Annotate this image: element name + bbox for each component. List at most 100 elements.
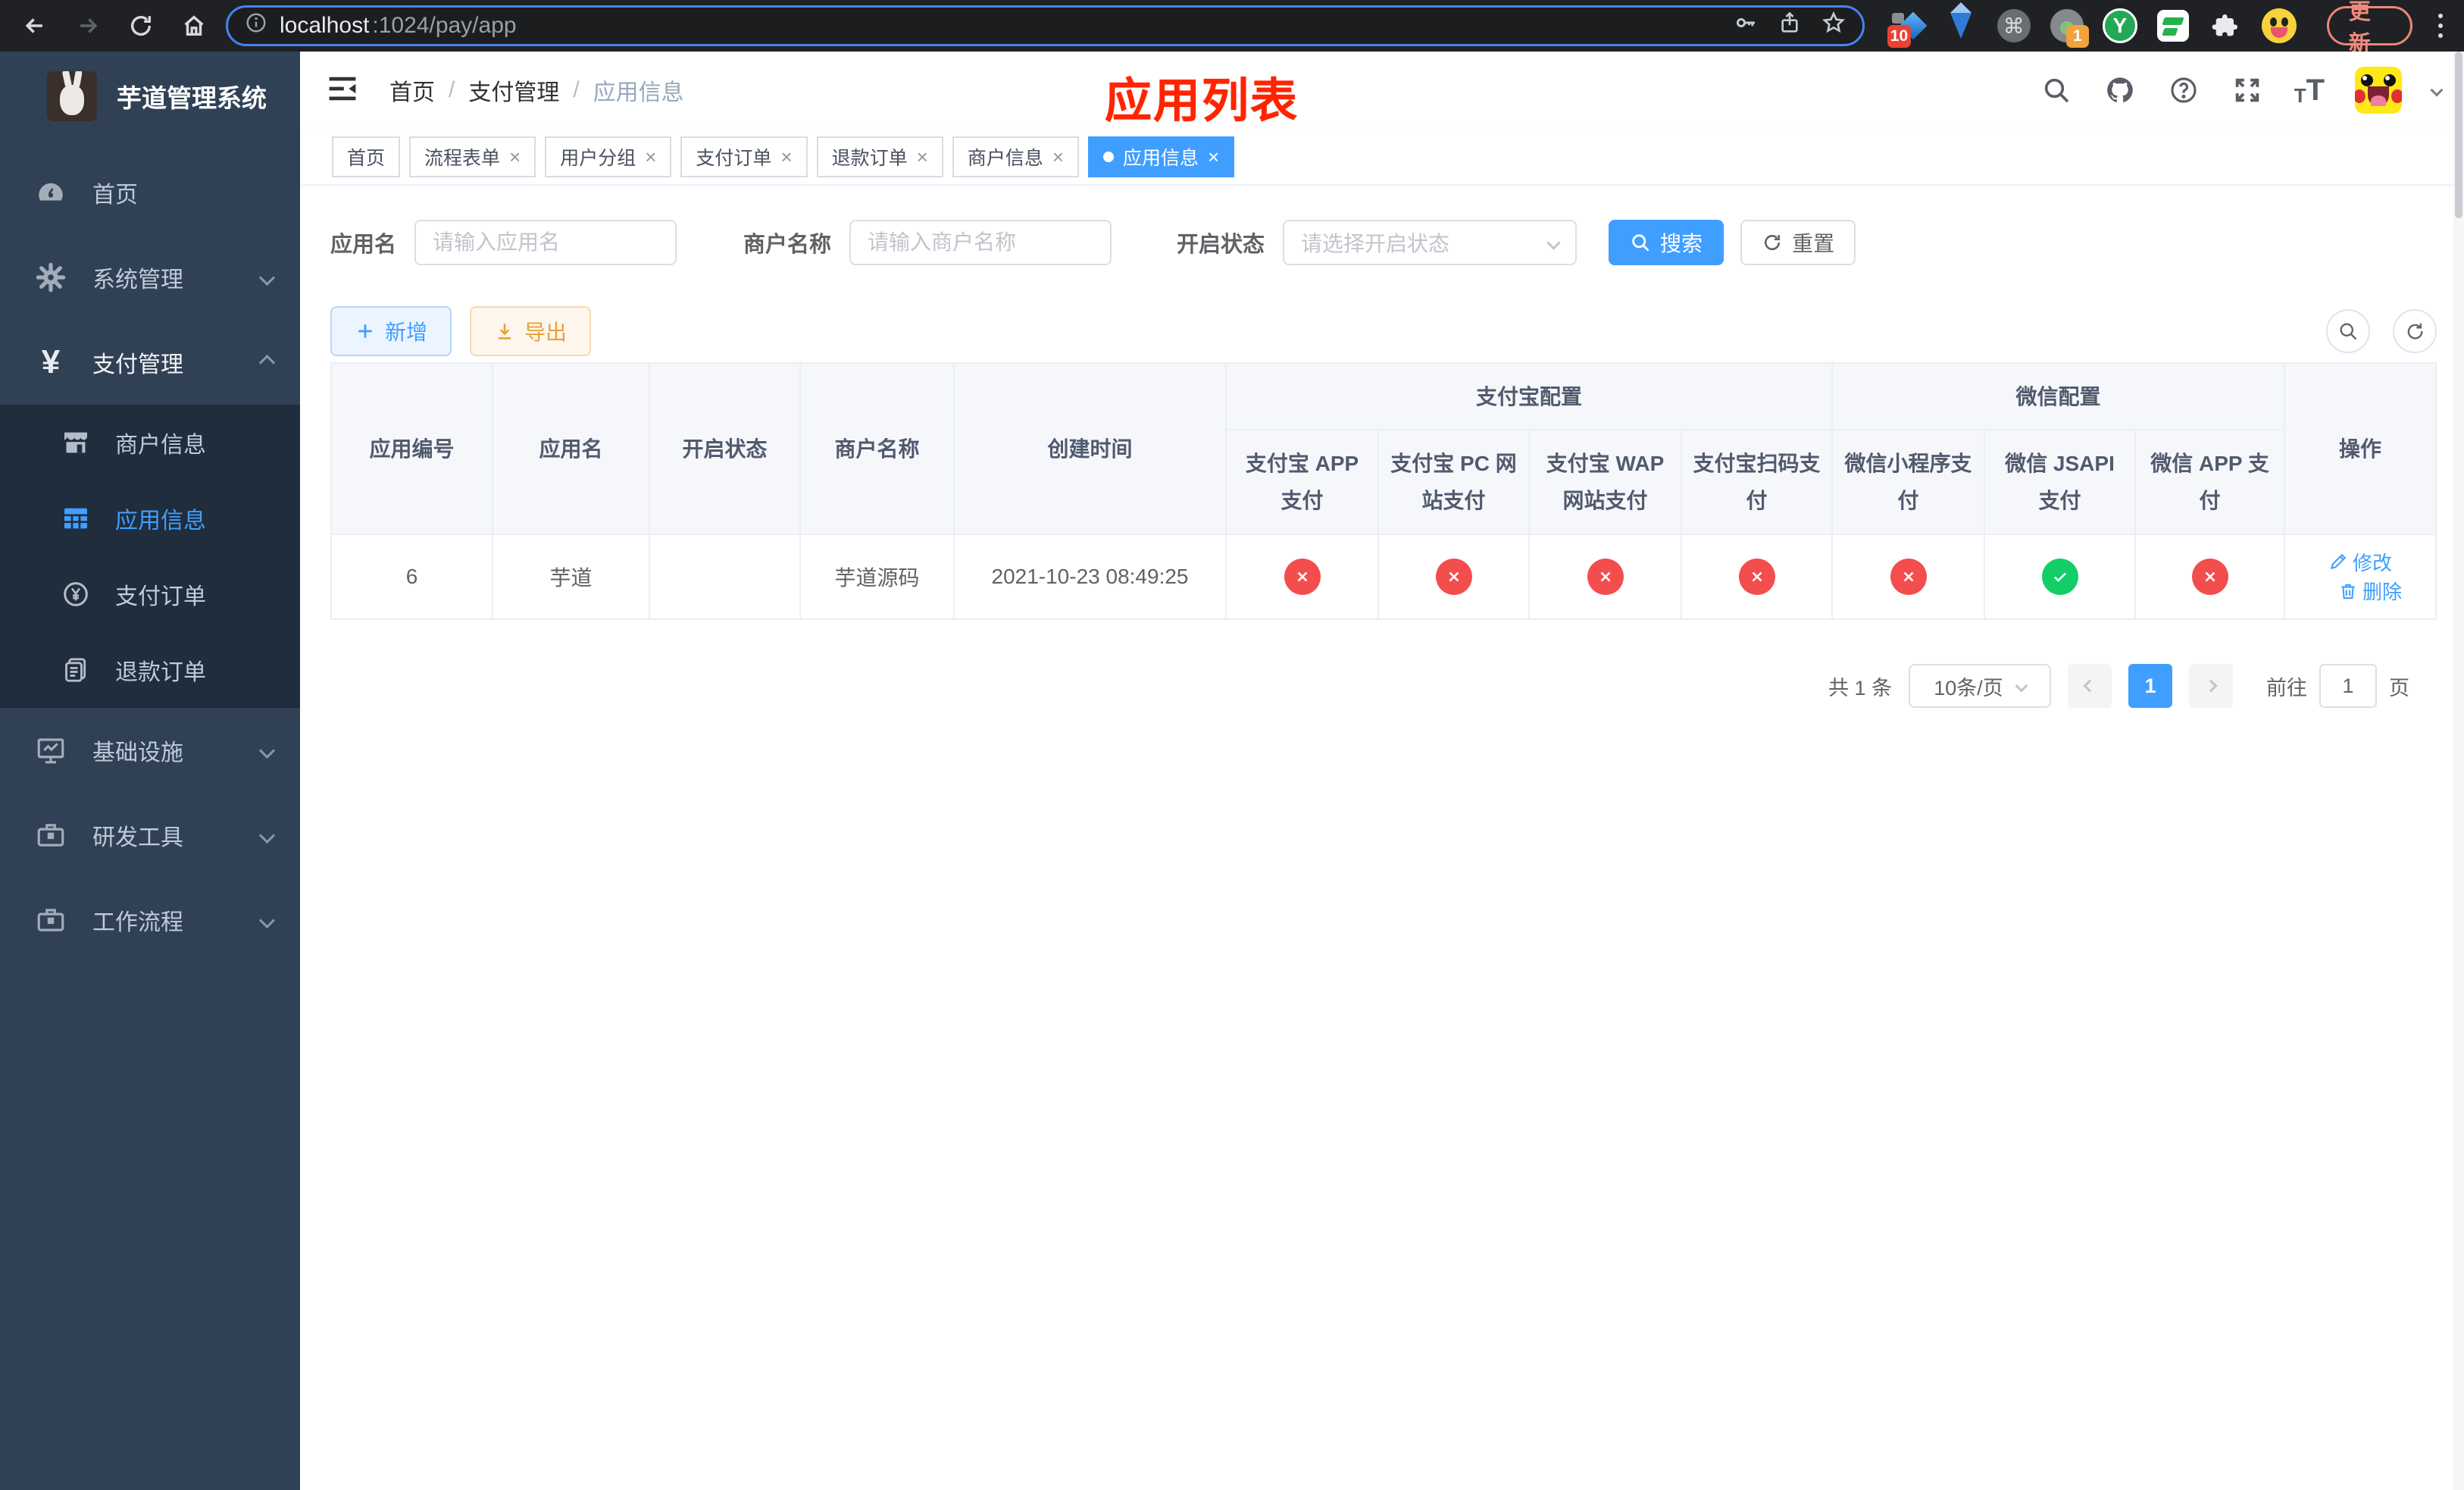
app-logo[interactable]: 芋道管理系统	[0, 52, 300, 138]
sidebar-item-home[interactable]: 首页	[0, 150, 300, 235]
yen-circle-icon	[59, 578, 92, 611]
breadcrumb-home[interactable]: 首页	[389, 74, 435, 107]
add-button[interactable]: 新增	[330, 306, 452, 356]
cell-wx-jsapi-status	[1984, 534, 2137, 620]
page-scrollbar[interactable]	[2453, 52, 2464, 1490]
extension-command-icon[interactable]: ⌘	[1997, 8, 2031, 43]
sidebar: 芋道管理系统 首页 系统管理 ¥ 支付管理 商户信息 应用信息 支付订单 退款订…	[0, 52, 300, 1490]
extension-kite-icon[interactable]	[1943, 2, 1978, 43]
forward-icon[interactable]	[67, 5, 109, 47]
sidebar-item-payment[interactable]: ¥ 支付管理	[0, 320, 300, 405]
next-page-button[interactable]	[2189, 664, 2234, 708]
sidebar-item-system[interactable]: 系统管理	[0, 235, 300, 320]
sidebar-item-merchant-info[interactable]: 商户信息	[0, 405, 300, 480]
close-icon[interactable]: ×	[509, 147, 521, 167]
close-icon[interactable]: ×	[780, 147, 792, 167]
close-icon[interactable]: ×	[645, 147, 656, 167]
sidebar-item-label: 基础设施	[92, 740, 183, 765]
breadcrumb: 首页 / 支付管理 / 应用信息	[389, 74, 684, 107]
app-name-label: 应用名	[330, 233, 397, 257]
top-navbar: 首页 / 支付管理 / 应用信息 应用列表 TT	[300, 52, 2464, 129]
close-icon[interactable]: ×	[1208, 147, 1219, 167]
font-size-icon[interactable]: TT	[2294, 75, 2325, 105]
extension-emoji-icon[interactable]	[2261, 8, 2297, 43]
col-wx-lite: 微信小程序支付	[1831, 429, 1986, 535]
pagination: 共 1 条 10条/页 1 前往 页	[330, 664, 2437, 708]
col-group-alipay: 支付宝配置	[1224, 362, 1834, 430]
browser-menu-icon[interactable]	[2438, 14, 2443, 38]
annotation-title: 应用列表	[1105, 75, 1299, 127]
sidebar-item-refund-order[interactable]: 退款订单	[0, 632, 300, 708]
refresh-button[interactable]	[2393, 309, 2437, 353]
edit-button[interactable]: 修改	[2328, 548, 2392, 576]
tab-merchant-info[interactable]: 商户信息 ×	[952, 136, 1080, 177]
col-status: 开启状态	[649, 362, 801, 535]
tab-pay-order[interactable]: 支付订单 ×	[680, 136, 808, 177]
tab-process-form[interactable]: 流程表单 ×	[409, 136, 536, 177]
sidebar-item-label: 首页	[92, 183, 138, 208]
github-icon[interactable]	[2103, 74, 2137, 107]
tab-refund-order[interactable]: 退款订单 ×	[816, 136, 943, 177]
merchant-name-input[interactable]	[849, 220, 1112, 265]
app-name-input[interactable]	[414, 220, 677, 265]
briefcase-icon	[33, 903, 68, 938]
reset-button[interactable]: 重置	[1740, 220, 1856, 265]
sidebar-item-pay-order[interactable]: 支付订单	[0, 556, 300, 632]
chrome-update-button[interactable]: 更新	[2326, 0, 2412, 56]
cell-app-name: 芋道	[492, 534, 650, 620]
site-info-icon[interactable]	[245, 11, 267, 40]
col-alipay-app: 支付宝 APP 支付	[1225, 429, 1379, 535]
grid-table-icon	[59, 502, 92, 535]
extension-diamond-icon[interactable]: 10	[1887, 8, 1928, 48]
chevron-down-icon	[258, 269, 276, 286]
reload-icon[interactable]	[120, 5, 162, 47]
home-icon[interactable]	[173, 5, 215, 47]
bookmark-star-icon[interactable]	[1821, 11, 1846, 41]
address-bar[interactable]: localhost:1024/pay/app	[226, 5, 1865, 46]
col-app-name: 应用名	[492, 362, 650, 535]
sidebar-item-infrastructure[interactable]: 基础设施	[0, 708, 300, 793]
page-size-select[interactable]: 10条/页	[1909, 664, 2052, 708]
prev-page-button[interactable]	[2068, 664, 2112, 708]
sidebar-item-label: 退款订单	[115, 660, 206, 685]
chevron-up-icon	[258, 354, 276, 371]
help-icon[interactable]	[2167, 74, 2200, 107]
share-icon[interactable]	[1778, 11, 1802, 41]
show-search-button[interactable]	[2326, 309, 2371, 353]
sidebar-item-app-info[interactable]: 应用信息	[0, 480, 300, 556]
header-search-icon[interactable]	[2040, 74, 2073, 107]
goto-page-input[interactable]	[2319, 664, 2378, 708]
fullscreen-icon[interactable]	[2231, 74, 2264, 107]
sidebar-collapse-icon[interactable]	[326, 72, 359, 109]
delete-button[interactable]: 删除	[2338, 577, 2402, 605]
extension-badge: 10	[1887, 25, 1912, 48]
breadcrumb-payment[interactable]: 支付管理	[468, 74, 559, 107]
gear-icon	[33, 260, 68, 295]
avatar-caret-icon[interactable]	[2430, 83, 2444, 97]
page-number-1[interactable]: 1	[2128, 664, 2173, 708]
table-row: 6 芋道 芋道源码 2021-10-23 08:49:25 修改 删除	[330, 534, 2437, 620]
close-icon[interactable]: ×	[1052, 147, 1064, 167]
extension-y-icon[interactable]: Y	[2102, 8, 2137, 43]
tab-app-info[interactable]: 应用信息 ×	[1088, 136, 1235, 177]
back-icon[interactable]	[14, 5, 56, 47]
search-button[interactable]: 搜索	[1609, 220, 1724, 265]
export-button[interactable]: 导出	[470, 306, 592, 356]
payment-submenu: 商户信息 应用信息 支付订单 退款订单	[0, 405, 300, 708]
extensions-puzzle-icon[interactable]	[2209, 8, 2244, 43]
tab-user-group[interactable]: 用户分组 ×	[545, 136, 672, 177]
tab-home[interactable]: 首页	[332, 136, 401, 177]
chevron-down-icon	[1546, 235, 1561, 250]
close-icon[interactable]: ×	[917, 147, 928, 167]
status-select[interactable]: 请选择开启状态	[1283, 220, 1578, 265]
chevron-down-icon	[258, 912, 276, 928]
extension-badge: 1	[2065, 25, 2089, 48]
user-avatar[interactable]	[2355, 67, 2403, 114]
sidebar-item-workflow[interactable]: 工作流程	[0, 878, 300, 963]
cell-app-id: 6	[330, 534, 493, 620]
extension-chat-icon[interactable]	[2156, 8, 2190, 43]
sidebar-item-dev-tools[interactable]: 研发工具	[0, 793, 300, 878]
password-key-icon[interactable]	[1734, 11, 1758, 41]
sidebar-item-label: 商户信息	[115, 433, 206, 458]
extension-recorder-icon[interactable]: 1	[2050, 8, 2089, 48]
